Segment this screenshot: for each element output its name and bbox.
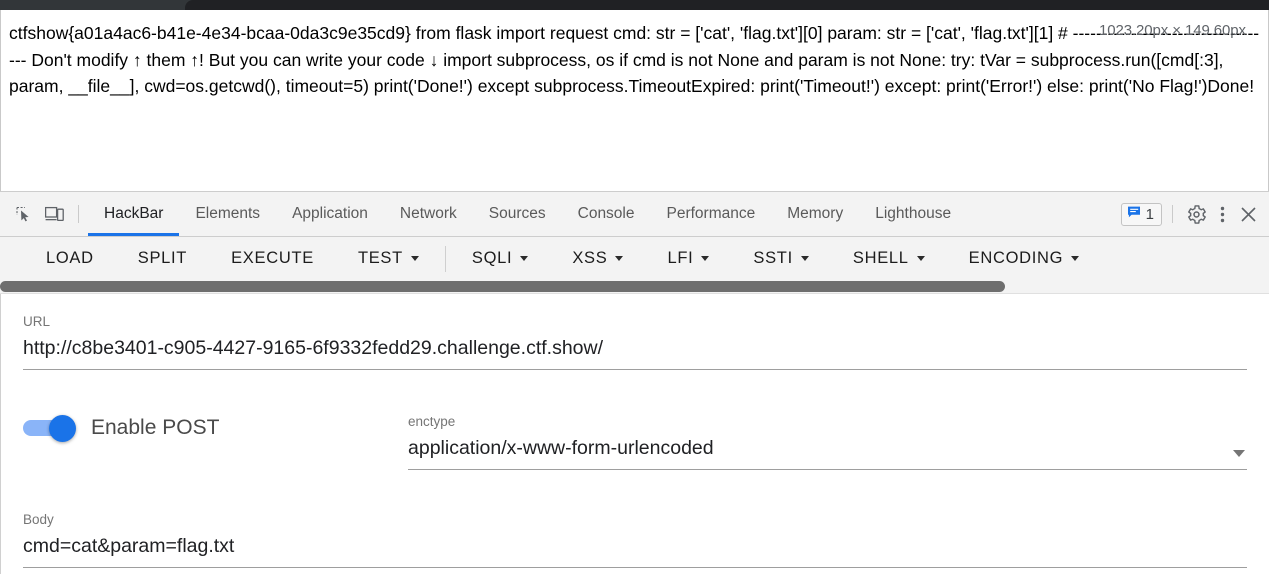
tab-label: Elements <box>195 205 261 222</box>
enctype-field-group: enctype application/x-www-form-urlencode… <box>408 394 1247 470</box>
devtools-panel: HackBar Elements Application Network Sou… <box>0 191 1269 574</box>
tab-lighthouse[interactable]: Lighthouse <box>859 192 967 236</box>
browser-tab-stub[interactable] <box>185 0 1269 10</box>
gear-icon[interactable] <box>1183 201 1209 227</box>
inspect-element-icon[interactable] <box>9 199 39 229</box>
button-label: SQLI <box>471 249 513 267</box>
devtools-toolbar-actions: 1 <box>1120 201 1269 227</box>
tab-label: Memory <box>787 205 844 222</box>
hackbar-toolbar: LOAD SPLIT EXECUTE TEST SQLI XSS LFI SST… <box>0 237 1269 280</box>
hackbar-lfi-menu[interactable]: LFI <box>645 237 731 280</box>
chevron-down-icon <box>520 256 529 261</box>
hackbar-shell-menu[interactable]: SHELL <box>831 237 947 280</box>
tab-label: Application <box>292 205 368 222</box>
chevron-down-icon <box>410 256 419 261</box>
toolbar-divider <box>444 245 446 272</box>
tab-sources[interactable]: Sources <box>473 192 562 236</box>
tab-label: Lighthouse <box>875 205 952 222</box>
hackbar-load-button[interactable]: LOAD <box>24 237 116 280</box>
message-icon <box>1127 205 1141 224</box>
field-underline <box>408 469 1247 470</box>
message-count-badge[interactable]: 1 <box>1120 202 1162 226</box>
toolbar-divider <box>78 205 79 223</box>
button-label: ENCODING <box>968 249 1064 267</box>
tab-label: HackBar <box>104 205 164 222</box>
chevron-down-icon <box>800 256 809 261</box>
close-icon[interactable] <box>1235 201 1261 227</box>
field-underline <box>23 567 1247 568</box>
toggle-knob <box>49 415 76 442</box>
enable-post-label: Enable POST <box>91 416 220 439</box>
tab-elements[interactable]: Elements <box>179 192 276 236</box>
button-label: SSTI <box>753 249 793 267</box>
hackbar-ssti-menu[interactable]: SSTI <box>731 237 830 280</box>
device-toolbar-icon[interactable] <box>39 199 69 229</box>
tab-memory[interactable]: Memory <box>771 192 859 236</box>
scrollbar-thumb[interactable] <box>0 281 1005 292</box>
message-count: 1 <box>1145 205 1154 223</box>
tab-application[interactable]: Application <box>276 192 384 236</box>
body-label: Body <box>23 512 54 527</box>
hackbar-sqli-menu[interactable]: SQLI <box>450 237 550 280</box>
tab-label: Console <box>577 205 635 222</box>
hackbar-toolbar-scrollbar[interactable] <box>0 280 1269 294</box>
tab-label: Network <box>399 205 457 222</box>
tab-hackbar[interactable]: HackBar <box>88 192 180 236</box>
button-label: XSS <box>572 249 608 267</box>
hackbar-test-menu[interactable]: TEST <box>336 237 441 280</box>
tab-label: Performance <box>666 205 756 222</box>
hackbar-form: URL http://c8be3401-c905-4427-9165-6f933… <box>0 294 1269 574</box>
body-input[interactable]: cmd=cat&param=flag.txt <box>23 528 1247 561</box>
page-viewport: ctfshow{a01a4ac6-b41e-4e34-bcaa-0da3c9e3… <box>0 10 1269 191</box>
enable-post-toggle[interactable]: Enable POST <box>23 394 408 442</box>
browser-chrome-strip <box>0 0 1269 10</box>
chevron-down-icon <box>916 256 925 261</box>
toggle-switch[interactable] <box>23 415 77 442</box>
devtools-tabbar: HackBar Elements Application Network Sou… <box>0 192 1269 237</box>
devtools-tab-list: HackBar Elements Application Network Sou… <box>88 192 967 236</box>
hackbar-split-button[interactable]: SPLIT <box>116 237 209 280</box>
field-underline <box>23 369 1247 370</box>
button-label: EXECUTE <box>231 249 314 267</box>
tab-performance[interactable]: Performance <box>651 192 772 236</box>
url-field-group: URL http://c8be3401-c905-4427-9165-6f933… <box>23 294 1247 370</box>
enctype-label: enctype <box>408 414 456 429</box>
button-label: TEST <box>357 249 403 267</box>
hackbar-encoding-menu[interactable]: ENCODING <box>947 237 1102 280</box>
chevron-down-icon <box>615 256 624 261</box>
page-content-text: ctfshow{a01a4ac6-b41e-4e34-bcaa-0da3c9e3… <box>9 23 1260 96</box>
chevron-down-icon <box>701 256 710 261</box>
enctype-select[interactable]: application/x-www-form-urlencoded <box>408 430 1247 463</box>
tab-network[interactable]: Network <box>384 192 473 236</box>
chevron-down-icon[interactable] <box>1233 450 1245 457</box>
tab-label: Sources <box>488 205 546 222</box>
button-label: LFI <box>667 249 694 267</box>
url-input[interactable]: http://c8be3401-c905-4427-9165-6f9332fed… <box>23 330 1247 363</box>
post-row: Enable POST enctype application/x-www-fo… <box>23 394 1247 470</box>
hackbar-xss-menu[interactable]: XSS <box>550 237 645 280</box>
button-label: SPLIT <box>137 249 188 267</box>
chevron-down-icon <box>1071 256 1080 261</box>
hackbar-execute-button[interactable]: EXECUTE <box>209 237 336 280</box>
body-field-group: Body cmd=cat&param=flag.txt <box>23 492 1247 568</box>
button-label: LOAD <box>46 249 94 267</box>
url-label: URL <box>23 314 51 329</box>
tab-console[interactable]: Console <box>562 192 651 236</box>
button-label: SHELL <box>852 249 909 267</box>
actions-divider <box>1172 205 1173 223</box>
more-options-icon[interactable] <box>1209 201 1235 227</box>
